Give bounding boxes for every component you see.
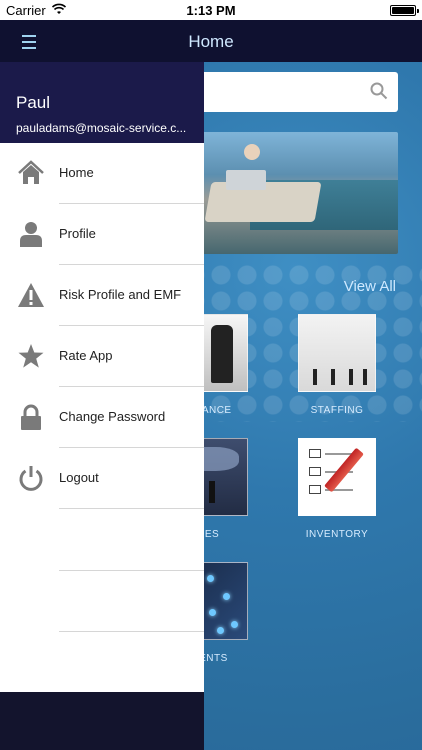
menu-item-label: Risk Profile and EMF <box>59 287 182 302</box>
search-bar[interactable] <box>190 72 398 112</box>
clock: 1:13 PM <box>186 3 236 18</box>
tile-inventory-image[interactable] <box>298 438 376 516</box>
power-icon <box>19 466 43 491</box>
divider <box>59 570 204 571</box>
tile-label: INVENTORY <box>305 529 369 540</box>
menu-item-label: Change Password <box>59 409 166 424</box>
battery-icon <box>390 5 419 16</box>
menu-item-rate-app[interactable]: Rate App <box>0 326 204 387</box>
menu-item-logout[interactable]: Logout <box>0 448 204 509</box>
view-all-link[interactable]: View All <box>344 278 396 295</box>
warning-icon <box>18 283 44 307</box>
user-name: Paul <box>16 93 51 112</box>
menu-item-label: Logout <box>59 470 99 485</box>
hero-image[interactable] <box>190 132 398 254</box>
tile-staffing-image[interactable] <box>298 314 376 392</box>
tile-label: STAFFING <box>310 405 364 416</box>
divider <box>59 508 204 509</box>
menu-item-home[interactable]: Home <box>0 143 204 204</box>
menu-item-change-password[interactable]: Change Password <box>0 387 204 448</box>
menu-item-risk-profile[interactable]: Risk Profile and EMF <box>0 265 204 326</box>
menu-item-label: Rate App <box>59 348 113 363</box>
drawer-footer <box>0 692 204 750</box>
menu-item-profile[interactable]: Profile <box>0 204 204 265</box>
divider <box>59 631 204 632</box>
search-icon[interactable] <box>370 82 388 100</box>
star-icon <box>18 344 44 368</box>
person-icon <box>20 222 42 247</box>
drawer-header: Paul pauladams@mosaic-service.c... <box>0 62 204 143</box>
menu-item-label: Home <box>59 165 94 180</box>
lock-icon <box>21 404 41 430</box>
nav-bar: Home <box>0 20 422 62</box>
side-drawer: Paul pauladams@mosaic-service.c... Home … <box>0 62 204 750</box>
home-icon <box>18 160 44 184</box>
menu-item-label: Profile <box>59 226 96 241</box>
user-email: pauladams@mosaic-service.c... <box>16 121 187 135</box>
page-title: Home <box>188 32 234 51</box>
status-bar: Carrier 1:13 PM <box>0 0 422 20</box>
